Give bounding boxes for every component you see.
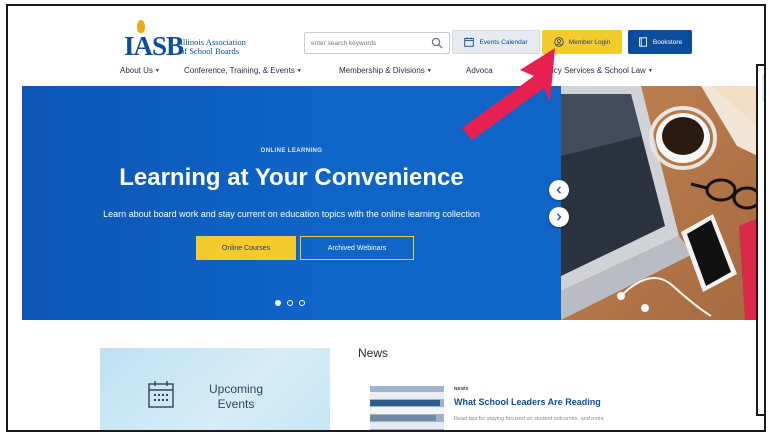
annotation-arrow-icon xyxy=(462,48,555,140)
member-login-label: Member Login xyxy=(568,38,611,46)
nav-item-label: Conference, Training, & Events xyxy=(184,66,295,75)
archived-webinars-button[interactable]: Archived Webinars xyxy=(300,236,414,260)
upcoming-events-line-1: Upcoming xyxy=(208,382,264,396)
carousel-next-button[interactable] xyxy=(549,207,569,227)
hero-headline: Learning at Your Convenience xyxy=(119,164,464,191)
bookstore-button[interactable]: Bookstore xyxy=(628,30,692,54)
carousel-indicators xyxy=(275,300,311,308)
news-heading: News xyxy=(358,346,389,360)
desk-illustration xyxy=(561,86,758,320)
nav-item-conference-training-events[interactable]: Conference, Training, & Events ▼ xyxy=(184,66,302,75)
nav-item-about-us[interactable]: About Us ▼ xyxy=(120,66,160,75)
chevron-left-icon xyxy=(556,186,561,194)
overlapping-window-edge xyxy=(756,64,764,416)
browser-viewport: IASB Illinois Association of School Boar… xyxy=(6,4,766,432)
carousel-prev-button[interactable] xyxy=(549,180,569,200)
search-input[interactable] xyxy=(311,36,421,50)
calendar-icon xyxy=(148,381,174,408)
news-thumbnail[interactable] xyxy=(370,386,444,430)
carousel-dot-1[interactable] xyxy=(275,300,281,306)
search-box xyxy=(304,32,450,54)
main-navigation: About Us ▼ Conference, Training, & Events… xyxy=(120,64,680,80)
logo-organization-name: Illinois Association of School Boards xyxy=(180,37,246,56)
chevron-down-icon: ▼ xyxy=(154,68,160,74)
news-item-tag: NEWS xyxy=(454,386,469,391)
upcoming-events-title: Upcoming Events xyxy=(196,382,276,412)
news-item-title-link[interactable]: What School Leaders Are Reading xyxy=(454,397,601,407)
nav-item-label: About Us xyxy=(120,66,153,75)
upcoming-events-line-2: Events xyxy=(217,397,255,411)
stacked-books-image xyxy=(370,386,444,430)
carousel-dot-2[interactable] xyxy=(287,300,293,306)
upcoming-events-card[interactable]: Upcoming Events xyxy=(100,348,330,430)
events-calendar-label: Events Calendar xyxy=(479,38,528,46)
online-courses-button[interactable]: Online Courses xyxy=(196,236,296,260)
overlapping-window-header xyxy=(762,74,764,102)
carousel-dot-3[interactable] xyxy=(299,300,305,306)
book-icon xyxy=(638,37,647,47)
news-item-description: Read tips for staying focused on student… xyxy=(454,416,604,422)
logo-mark: IASB xyxy=(124,31,184,61)
nav-item-label: Membership & Divisions xyxy=(339,66,425,75)
nav-item-membership-divisions[interactable]: Membership & Divisions ▼ xyxy=(339,66,432,75)
iasb-logo[interactable]: IASB Illinois Association of School Boar… xyxy=(124,20,254,60)
hero-subline: Learn about board work and stay current … xyxy=(103,209,480,219)
hero-eyebrow: ONLINE LEARNING xyxy=(260,148,323,154)
hero-photo xyxy=(561,86,758,320)
search-icon[interactable] xyxy=(431,37,443,49)
chevron-down-icon: ▼ xyxy=(296,68,302,74)
chevron-down-icon: ▼ xyxy=(426,68,432,74)
bookstore-label: Bookstore xyxy=(652,38,683,46)
chevron-down-icon: ▼ xyxy=(647,68,653,74)
chevron-right-icon xyxy=(557,213,562,221)
